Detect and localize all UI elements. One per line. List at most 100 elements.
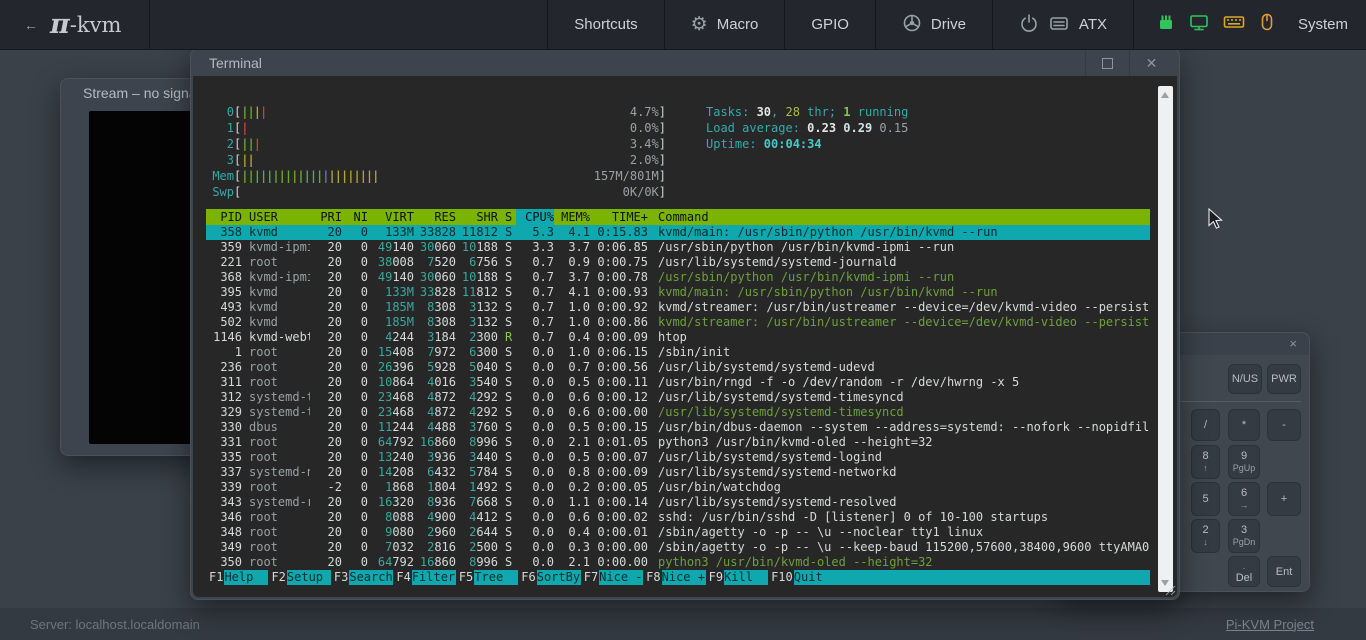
logo[interactable]: ← π-kvm <box>0 0 150 49</box>
column-header-shr[interactable]: SHR <box>456 209 498 225</box>
key-add[interactable]: + <box>1267 482 1301 516</box>
load-average: Load average: 0.23 0.29 0.15 <box>706 120 908 136</box>
column-header-pid[interactable]: PID <box>206 209 242 225</box>
key-multiply[interactable]: * <box>1228 409 1260 441</box>
close-icon: ✕ <box>1146 55 1158 72</box>
maximize-button[interactable] <box>1085 49 1129 77</box>
nav-label-shortcuts: Shortcuts <box>574 16 637 33</box>
process-row-221[interactable]: 221root2003800875206756S0.70.90:00.75/us… <box>206 255 1150 270</box>
terminal-titlebar[interactable]: Terminal ✕ <box>191 49 1179 77</box>
pikvm-project-link[interactable]: Pi-KVM Project <box>1226 617 1314 632</box>
back-arrow-icon[interactable]: ← <box>24 17 38 33</box>
fkey-f4[interactable]: F4Filter <box>393 570 455 585</box>
close-icon[interactable]: × <box>1289 336 1297 351</box>
stream-window-title: Stream – no signal <box>83 85 200 101</box>
process-row-329[interactable]: 329systemd-t2002346848724292S0.00.60:00.… <box>206 405 1150 420</box>
htop-function-bar: F1HelpF2SetupF3SearchF4FilterF5TreeF6Sor… <box>206 570 1150 585</box>
process-row-346[interactable]: 346root200808849004412S0.00.60:00.02sshd… <box>206 510 1150 525</box>
uptime: Uptime: 00:04:34 <box>706 136 908 152</box>
column-header-cpu[interactable]: CPU% <box>516 209 554 225</box>
column-header-user[interactable]: USER <box>242 209 310 225</box>
process-row-359[interactable]: 359kvmd-ipmi200491403006010188S3.33.70:0… <box>206 240 1150 255</box>
server-label: Server: localhost.localdomain <box>30 617 200 632</box>
process-row-1146[interactable]: 1146kvmd-webt200424431842300R0.70.40:00.… <box>206 330 1150 345</box>
process-row-330[interactable]: 330dbus2001124444883760S0.00.50:00.15/us… <box>206 420 1150 435</box>
key-numlock[interactable]: N/US <box>1228 364 1262 394</box>
meter-1: 1[|0.0%] <box>206 120 666 136</box>
resize-handle[interactable] <box>1163 583 1176 596</box>
key-subtract[interactable]: - <box>1267 409 1301 441</box>
meter-Swp: Swp[0K/0K] <box>206 184 666 200</box>
meter-3: 3[||2.0%] <box>206 152 666 168</box>
process-row-368[interactable]: 368kvmd-ipmi200491403006010188S0.73.70:0… <box>206 270 1150 285</box>
process-row-343[interactable]: 343systemd-r2001632089367668S0.01.10:00.… <box>206 495 1150 510</box>
key-divide[interactable]: / <box>1191 409 1220 441</box>
fkey-f10[interactable]: F10Quit <box>768 570 838 585</box>
nav-item-gpio[interactable]: GPIO <box>784 0 875 49</box>
process-row-1[interactable]: 1root2001540879726300S0.01.00:06.15/sbin… <box>206 345 1150 360</box>
fkey-f8[interactable]: F8Nice + <box>643 570 705 585</box>
column-header-ni[interactable]: NI <box>342 209 368 225</box>
htop-table-header[interactable]: PIDUSERPRINIVIRTRESSHRSCPU%MEM%TIME+Comm… <box>206 209 1150 225</box>
fkey-f6[interactable]: F6SortBy <box>518 570 580 585</box>
process-row-502[interactable]: 502kvmd200185M83083132S0.71.00:00.86kvmd… <box>206 315 1150 330</box>
key-2[interactable]: 2↓ <box>1191 519 1220 553</box>
htop-process-table: PIDUSERPRINIVIRTRESSHRSCPU%MEM%TIME+Comm… <box>206 209 1150 570</box>
terminal-scrollbar[interactable] <box>1158 86 1173 592</box>
fkey-f3[interactable]: F3Search <box>331 570 393 585</box>
meter-0: 0[||||4.7%] <box>206 104 666 120</box>
nav-item-drive[interactable]: Drive <box>875 0 992 49</box>
htop-summary: Tasks: 30, 28 thr; 1 runningLoad average… <box>706 104 908 152</box>
logo-pi: π <box>50 9 70 40</box>
key-delete[interactable]: .Del <box>1228 556 1260 587</box>
display-icon <box>1188 12 1210 37</box>
process-row-339[interactable]: 339root-20186818041492S0.00.20:00.05/usr… <box>206 480 1150 495</box>
column-header-virt[interactable]: VIRT <box>368 209 414 225</box>
process-row-493[interactable]: 493kvmd200185M83083132S0.71.00:00.92kvmd… <box>206 300 1150 315</box>
fkey-f2[interactable]: F2Setup <box>268 570 330 585</box>
nav-item-macro[interactable]: ⚙ Macro <box>664 0 785 49</box>
column-header-command[interactable]: Command <box>648 209 1150 225</box>
key-9[interactable]: 9PgUp <box>1228 445 1260 479</box>
nav-item-shortcuts[interactable]: Shortcuts <box>547 0 663 49</box>
process-row-236[interactable]: 236root2002639659285040S0.00.70:00.56/us… <box>206 360 1150 375</box>
fkey-f9[interactable]: F9Kill <box>706 570 768 585</box>
close-button[interactable]: ✕ <box>1129 49 1173 77</box>
process-row-395[interactable]: 395kvmd200133M3382811812S0.74.10:00.93kv… <box>206 285 1150 300</box>
process-row-311[interactable]: 311root2001086440163540S0.00.50:00.11/us… <box>206 375 1150 390</box>
nav-item-system[interactable]: System <box>1133 0 1366 49</box>
logo-text: -kvm <box>70 13 122 37</box>
process-row-348[interactable]: 348root200908029602644S0.00.40:00.01/sbi… <box>206 525 1150 540</box>
column-header-res[interactable]: RES <box>414 209 456 225</box>
process-row-331[interactable]: 331root20064792168608996S0.02.10:01.05py… <box>206 435 1150 450</box>
column-header-pri[interactable]: PRI <box>310 209 342 225</box>
process-row-349[interactable]: 349root200703228162500S0.00.30:00.00/sbi… <box>206 540 1150 555</box>
process-row-358[interactable]: 358kvmd200133M3382811812S5.34.10:15.83kv… <box>206 225 1150 240</box>
process-row-312[interactable]: 312systemd-t2002346848724292S0.00.60:00.… <box>206 390 1150 405</box>
nav-item-atx[interactable]: ATX <box>992 0 1133 49</box>
key-3[interactable]: 3PgDn <box>1228 519 1260 553</box>
process-row-337[interactable]: 337systemd-n2001420864325784S0.00.80:00.… <box>206 465 1150 480</box>
key-8[interactable]: 8↑ <box>1191 445 1220 479</box>
terminal-content[interactable]: 0[||||4.7%]1[|0.0%]2[|||3.4%]3[||2.0%]Me… <box>193 76 1177 597</box>
key-enter[interactable]: Ent <box>1267 556 1301 587</box>
htop-output: 0[||||4.7%]1[|0.0%]2[|||3.4%]3[||2.0%]Me… <box>206 76 1150 597</box>
fkey-f5[interactable]: F5Tree <box>456 570 518 585</box>
arrow-right-icon: → <box>1240 499 1249 511</box>
fkey-f7[interactable]: F7Nice - <box>581 570 643 585</box>
process-row-335[interactable]: 335root2001324039363440S0.00.50:00.07/us… <box>206 450 1150 465</box>
column-header-mem[interactable]: MEM% <box>554 209 590 225</box>
top-nav: ← π-kvm Shortcuts ⚙ Macro GPIO Drive <box>0 0 1366 50</box>
htop-meters: 0[||||4.7%]1[|0.0%]2[|||3.4%]3[||2.0%]Me… <box>206 76 1150 200</box>
column-header-s[interactable]: S <box>498 209 516 225</box>
column-header-time[interactable]: TIME+ <box>590 209 648 225</box>
nav-label-drive: Drive <box>931 16 966 33</box>
key-5[interactable]: 5 <box>1191 482 1220 516</box>
scroll-up-icon[interactable] <box>1161 92 1169 98</box>
keyboard-icon <box>1222 12 1246 37</box>
mouse-cursor <box>1208 208 1228 230</box>
key-power[interactable]: PWR <box>1267 364 1301 394</box>
key-6[interactable]: 6→ <box>1228 482 1260 516</box>
fkey-f1[interactable]: F1Help <box>206 570 268 585</box>
process-row-350[interactable]: 350root20064792168608996S0.02.10:00.00py… <box>206 555 1150 570</box>
